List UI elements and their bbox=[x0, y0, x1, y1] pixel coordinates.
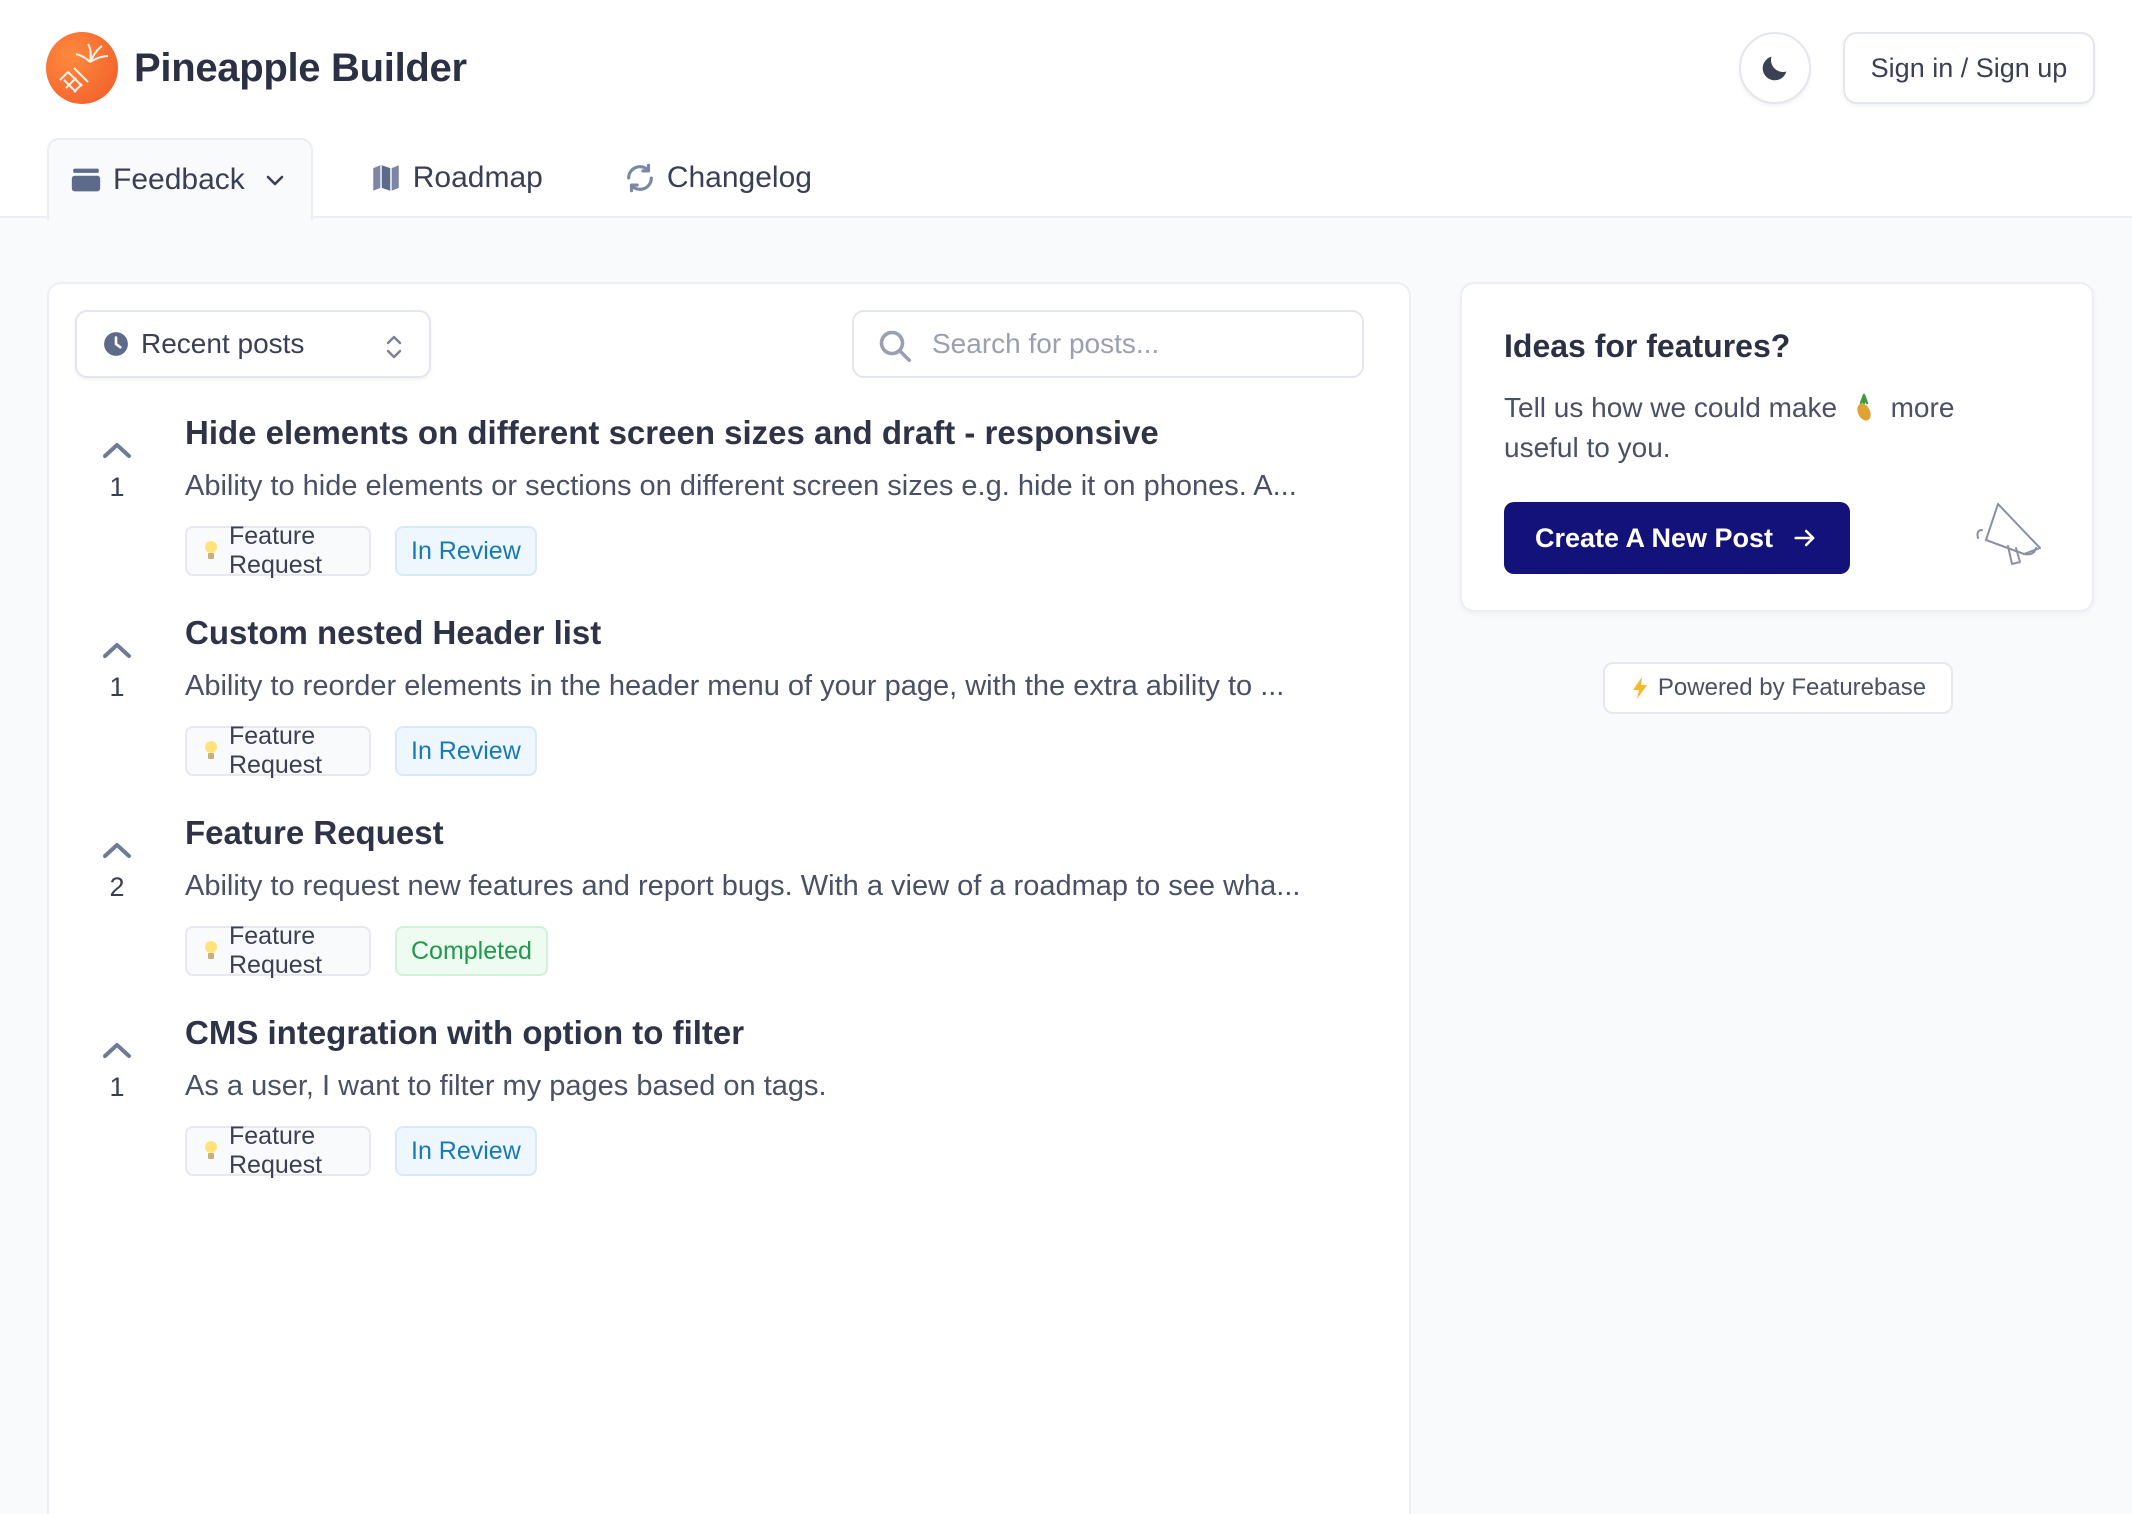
category-label: Feature Request bbox=[229, 522, 323, 579]
upvote-chevron-icon[interactable] bbox=[97, 836, 137, 866]
post-title[interactable]: CMS integration with option to filter bbox=[185, 1014, 744, 1052]
dark-mode-toggle[interactable] bbox=[1739, 32, 1811, 104]
post-description: Ability to request new features and repo… bbox=[185, 870, 1301, 902]
ideas-text: Tell us how we could make more useful to… bbox=[1504, 388, 2024, 468]
status-badge: In Review bbox=[395, 526, 537, 576]
lightbulb-icon bbox=[201, 538, 221, 564]
lightbulb-icon bbox=[201, 738, 221, 764]
category-label: Feature Request bbox=[229, 1122, 323, 1179]
tab-roadmap-label: Roadmap bbox=[412, 161, 543, 194]
status-badge: In Review bbox=[395, 726, 537, 776]
posts-panel: Recent posts 1 Hide elements on differen… bbox=[47, 282, 1411, 1514]
post-title[interactable]: Custom nested Header list bbox=[185, 614, 601, 652]
sort-label: Recent posts bbox=[141, 328, 305, 359]
upvote-widget[interactable]: 1 bbox=[97, 1036, 137, 1103]
ideas-title: Ideas for features? bbox=[1504, 328, 1791, 364]
sort-select[interactable]: Recent posts bbox=[75, 310, 431, 378]
search-icon bbox=[879, 330, 912, 363]
tab-changelog-label: Changelog bbox=[666, 161, 812, 194]
post-description: Ability to reorder elements in the heade… bbox=[185, 670, 1285, 702]
chevron-down-icon bbox=[263, 168, 287, 192]
tab-roadmap[interactable]: Roadmap bbox=[345, 138, 567, 218]
ideas-card: Ideas for features? Tell us how we could… bbox=[1460, 282, 2094, 612]
roadmap-icon bbox=[369, 161, 403, 195]
pineapple-logo-icon bbox=[46, 32, 118, 104]
status-badge: In Review bbox=[395, 1126, 537, 1176]
post-title[interactable]: Feature Request bbox=[185, 814, 444, 852]
upvote-chevron-icon[interactable] bbox=[97, 1036, 137, 1066]
post-item[interactable]: 1 Hide elements on different screen size… bbox=[49, 414, 1413, 636]
post-item[interactable]: 1 Custom nested Header list Ability to r… bbox=[49, 614, 1413, 836]
changelog-icon bbox=[623, 161, 657, 195]
post-item[interactable]: 2 Feature Request Ability to request new… bbox=[49, 814, 1413, 1036]
post-description: Ability to hide elements or sections on … bbox=[185, 470, 1297, 502]
powered-by-link[interactable]: Powered by Featurebase bbox=[1603, 662, 1953, 714]
up-down-chevron-icon bbox=[386, 335, 402, 359]
main-tabs: Feedback Roadmap Changelog bbox=[47, 138, 836, 220]
post-title[interactable]: Hide elements on different screen sizes … bbox=[185, 414, 1159, 452]
tab-feedback-label: Feedback bbox=[113, 163, 245, 196]
brand-name: Pineapple Builder bbox=[134, 45, 467, 90]
powered-label: Powered by Featurebase bbox=[1657, 674, 1927, 701]
vote-count: 1 bbox=[109, 472, 125, 502]
ideas-text-before: Tell us how we could make bbox=[1504, 392, 1838, 423]
pineapple-icon bbox=[1857, 393, 1871, 421]
upvote-chevron-icon[interactable] bbox=[97, 636, 137, 666]
sign-in-button[interactable]: Sign in / Sign up bbox=[1843, 32, 2095, 104]
category-label: Feature Request bbox=[229, 922, 323, 979]
search-input[interactable] bbox=[852, 310, 1364, 378]
category-tag: Feature Request bbox=[185, 922, 371, 979]
moon-icon bbox=[1762, 56, 1787, 81]
tab-changelog[interactable]: Changelog bbox=[599, 138, 836, 218]
upvote-widget[interactable]: 1 bbox=[97, 636, 137, 703]
post-description: As a user, I want to filter my pages bas… bbox=[185, 1070, 827, 1102]
lightbulb-icon bbox=[201, 938, 221, 964]
post-item[interactable]: 1 CMS integration with option to filter … bbox=[49, 1014, 1413, 1236]
create-post-label: Create A New Post bbox=[1534, 522, 1774, 553]
category-tag: Feature Request bbox=[185, 722, 371, 779]
category-label: Feature Request bbox=[229, 722, 323, 779]
status-badge: Completed bbox=[395, 926, 548, 976]
clock-icon bbox=[103, 331, 129, 357]
vote-count: 1 bbox=[109, 1072, 125, 1102]
lightbulb-icon bbox=[201, 1138, 221, 1164]
megaphone-icon bbox=[1976, 503, 2041, 565]
category-tag: Feature Request bbox=[185, 522, 371, 579]
brand[interactable]: Pineapple Builder bbox=[46, 32, 467, 104]
lightning-icon bbox=[1630, 676, 1650, 700]
vote-count: 2 bbox=[109, 872, 125, 902]
create-post-button[interactable]: Create A New Post bbox=[1504, 502, 1850, 574]
tab-feedback[interactable]: Feedback bbox=[47, 138, 313, 220]
upvote-chevron-icon[interactable] bbox=[97, 436, 137, 466]
category-tag: Feature Request bbox=[185, 1122, 371, 1179]
top-bar: Pineapple Builder Sign in / Sign up Feed… bbox=[0, 0, 2132, 220]
feedback-icon bbox=[69, 163, 103, 197]
vote-count: 1 bbox=[109, 672, 125, 702]
arrow-right-icon bbox=[1791, 524, 1819, 552]
upvote-widget[interactable]: 1 bbox=[97, 436, 137, 503]
upvote-widget[interactable]: 2 bbox=[97, 836, 137, 903]
